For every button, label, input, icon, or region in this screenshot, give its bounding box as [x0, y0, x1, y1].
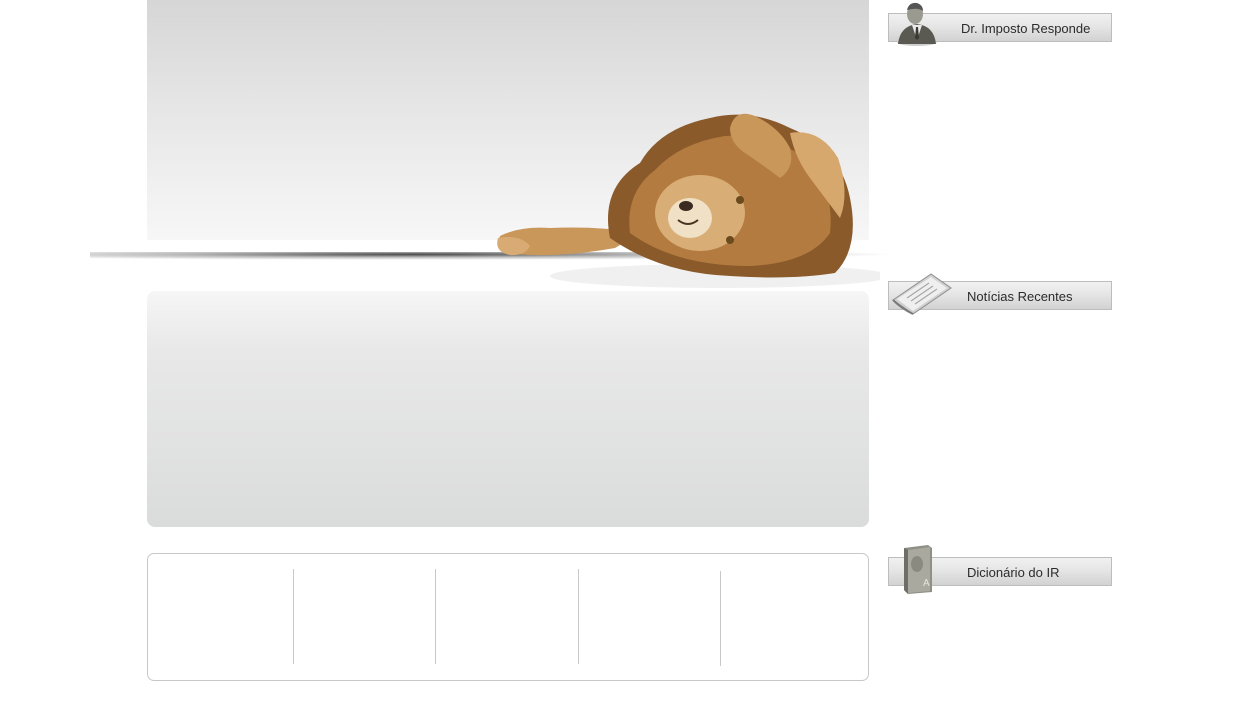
- person-icon: [897, 2, 937, 46]
- column-divider: [578, 569, 579, 664]
- footer-links-box: [147, 553, 869, 681]
- sidebar-item-label: Dr. Imposto Responde: [961, 21, 1091, 36]
- book-icon: A: [904, 545, 932, 594]
- column-divider: [293, 569, 294, 664]
- newspaper-icon: [892, 273, 952, 315]
- column-divider: [720, 571, 721, 666]
- svg-text:A: A: [923, 578, 930, 589]
- sidebar-item-label: Notícias Recentes: [967, 289, 1073, 304]
- lion-illustration: [497, 113, 880, 288]
- sidebar-item-label: Dicionário do IR: [967, 565, 1060, 580]
- column-divider: [435, 569, 436, 664]
- content-panel: [147, 291, 869, 527]
